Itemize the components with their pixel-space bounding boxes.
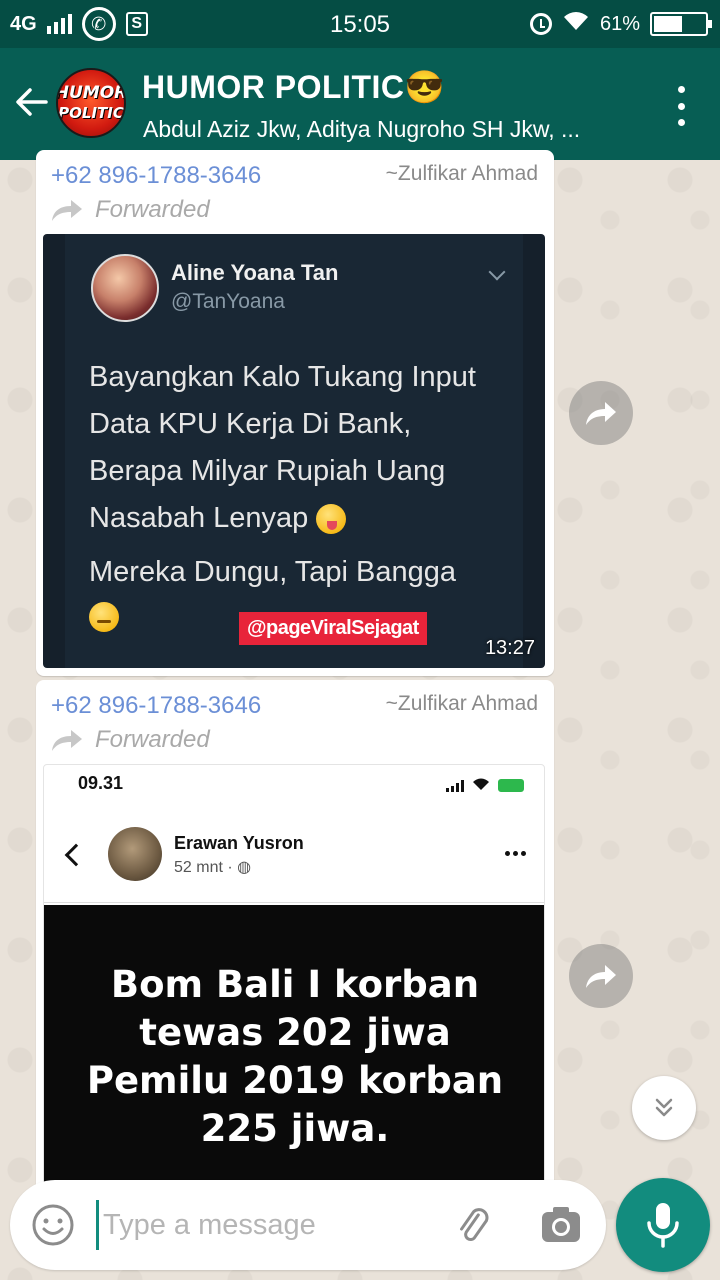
microphone-icon [647, 1203, 679, 1248]
battery-icon [498, 779, 524, 792]
chevron-left-icon [64, 843, 88, 867]
chevron-down-icon [488, 263, 506, 281]
signal-icon [46, 14, 72, 34]
tweet-card: Aline Yoana Tan @TanYoana Bayangkan Kalo… [65, 234, 523, 668]
forwarded-label: Forwarded [51, 196, 210, 224]
sender-name: ~Zulfikar Ahmad [385, 692, 538, 715]
sender-phone[interactable]: +62 896-1788-3646 [51, 692, 261, 720]
tweet-text-2: Mereka Dungu, Tapi Bangga [89, 556, 457, 588]
post-author-avatar [108, 827, 162, 881]
sender-name: ~Zulfikar Ahmad [385, 162, 538, 185]
alarm-icon [529, 13, 552, 35]
forwarded-label: Forwarded [51, 726, 210, 754]
chat-title[interactable]: HUMOR POLITIC😎 [142, 68, 445, 106]
battery-percent: 61% [599, 12, 640, 35]
tweet-author-name: Aline Yoana Tan [171, 260, 339, 285]
message-bubble[interactable]: +62 896-1788-3646 ~Zulfikar Ahmad Forwar… [36, 680, 554, 1200]
message-composer [10, 1180, 606, 1270]
screenshot-status-bar: 09.31 [44, 765, 544, 805]
wifi-icon [562, 10, 590, 38]
globe-icon: ◍ [237, 859, 252, 876]
share-arrow-icon [586, 965, 616, 988]
s-notification-icon: S [125, 12, 148, 36]
post-image: Bom Bali I korban tewas 202 jiwa Pemilu … [44, 905, 544, 1199]
unamused-face-emoji-icon [89, 602, 119, 632]
chat-header: HUMOR POLITIC HUMOR POLITIC😎 Abdul Aziz … [0, 48, 720, 160]
crazy-face-emoji-icon [316, 504, 347, 535]
forward-icon [52, 730, 82, 751]
share-arrow-icon [586, 402, 616, 425]
tweet-text: Bayangkan Kalo Tukang Input Data KPU Ker… [89, 361, 476, 535]
signal-icon [446, 779, 464, 792]
message-bubble[interactable]: +62 896-1788-3646 ~Zulfikar Ahmad Forwar… [36, 150, 554, 676]
message-time: 13:27 [484, 637, 535, 659]
message-input[interactable] [96, 1200, 426, 1250]
wifi-icon [472, 777, 490, 794]
attachment-paperclip-icon[interactable] [450, 1202, 496, 1248]
group-avatar[interactable]: HUMOR POLITIC [56, 68, 126, 138]
forward-icon [52, 200, 82, 221]
more-options-icon [505, 851, 526, 856]
battery-icon [650, 12, 712, 36]
tweet-avatar [91, 254, 159, 322]
status-bar: 4G ✆ S 15:05 61% [0, 0, 720, 48]
chat-participants[interactable]: Abdul Aziz Jkw, Aditya Nugroho SH Jkw, .… [143, 116, 633, 143]
message-image[interactable]: Aline Yoana Tan @TanYoana Bayangkan Kalo… [43, 234, 545, 668]
scroll-to-bottom-button[interactable] [632, 1076, 696, 1140]
emoji-icon[interactable] [30, 1202, 76, 1248]
network-type: 4G [10, 12, 37, 35]
whatsapp-icon: ✆ [81, 7, 116, 41]
share-forward-button[interactable] [569, 944, 633, 1008]
watermark: @pageViralSejagat [239, 612, 427, 645]
post-author-name: Erawan Yusron [174, 833, 304, 853]
post-header: Erawan Yusron 52 mnt · ◍ [44, 813, 544, 903]
screenshot-time: 09.31 [78, 773, 124, 793]
message-image[interactable]: 09.31 Erawan Yusron 52 mnt · ◍ Bom Bali … [43, 764, 545, 1200]
tweet-author-handle: @TanYoana [171, 290, 285, 313]
post-meta: 52 mnt · ◍ [174, 859, 252, 876]
sender-phone[interactable]: +62 896-1788-3646 [51, 162, 261, 190]
voice-record-button[interactable] [616, 1178, 710, 1272]
double-chevron-down-icon [655, 1098, 673, 1117]
back-arrow-icon[interactable] [12, 82, 52, 122]
more-options-icon[interactable] [674, 86, 688, 126]
camera-icon[interactable] [540, 1206, 582, 1244]
post-text: Bom Bali I korban tewas 202 jiwa Pemilu … [86, 963, 504, 1150]
share-forward-button[interactable] [569, 381, 633, 445]
